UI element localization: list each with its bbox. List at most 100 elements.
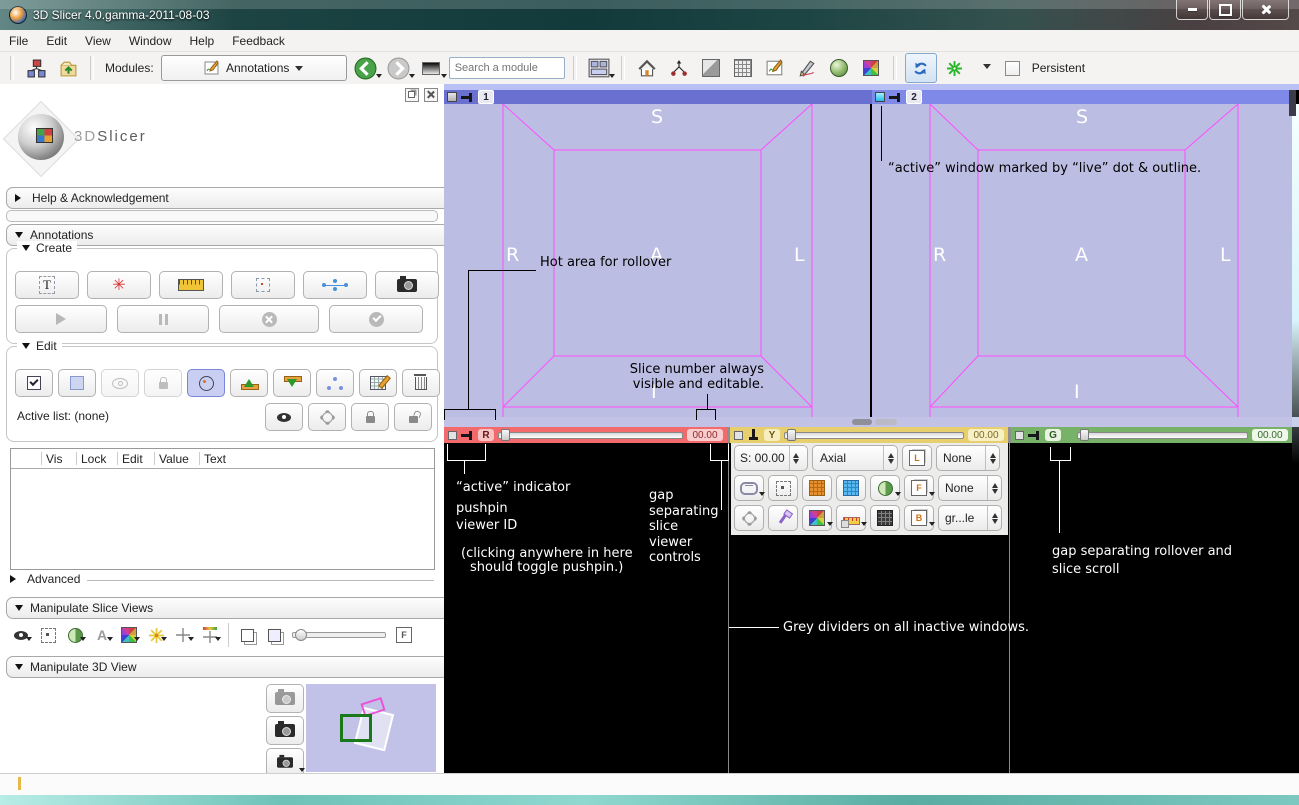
slice-offset-spinbox[interactable]: S: 00.00 bbox=[734, 445, 808, 471]
fit-to-window-button[interactable] bbox=[768, 475, 798, 501]
home-module-button[interactable] bbox=[633, 54, 661, 82]
undock-panel-icon[interactable] bbox=[405, 88, 419, 102]
viewer1-id-badge[interactable]: 1 bbox=[478, 90, 494, 104]
slider-handle[interactable] bbox=[787, 429, 796, 441]
close-panel-icon[interactable] bbox=[424, 88, 438, 102]
screenshot-button[interactable] bbox=[375, 271, 439, 299]
opacity-slider[interactable] bbox=[292, 632, 386, 638]
toolbar-grip[interactable] bbox=[893, 56, 897, 80]
toolbar-grip[interactable] bbox=[90, 56, 94, 80]
combo-arrows[interactable] bbox=[987, 476, 1001, 500]
unlock-all-button[interactable] bbox=[394, 403, 432, 431]
history-forward-button[interactable] bbox=[384, 54, 413, 82]
annotation-table[interactable]: Vis Lock Edit Value Text bbox=[10, 448, 435, 570]
red-pushpin-icon[interactable] bbox=[461, 431, 474, 440]
colors-button[interactable] bbox=[857, 54, 885, 82]
background-layer-button[interactable]: B bbox=[904, 505, 934, 531]
show-all-button[interactable] bbox=[265, 403, 303, 431]
create-roi-button[interactable] bbox=[231, 271, 295, 299]
slider-handle[interactable] bbox=[295, 629, 307, 641]
yellow-visibility-checkbox[interactable] bbox=[734, 431, 743, 440]
screen-capture-button-1[interactable] bbox=[266, 684, 304, 713]
copy-layout-button[interactable] bbox=[238, 625, 256, 645]
move-down-button[interactable] bbox=[273, 369, 311, 397]
yellow-slice-controller-bar[interactable]: Y 00.00 bbox=[730, 427, 1008, 443]
create-ruler-button[interactable] bbox=[159, 271, 223, 299]
viewer1-pushpin-icon[interactable] bbox=[461, 93, 474, 102]
module-history-button[interactable] bbox=[417, 54, 445, 82]
create-line-button[interactable] bbox=[303, 271, 367, 299]
background-combobox[interactable]: gr...le bbox=[938, 505, 1002, 531]
menu-view[interactable]: View bbox=[76, 31, 120, 51]
toolbar-grip[interactable] bbox=[10, 56, 14, 80]
label-layer-button[interactable]: L bbox=[902, 445, 932, 471]
paste-layout-button[interactable] bbox=[265, 625, 283, 645]
load-scene-button[interactable] bbox=[22, 54, 50, 82]
toggle-visibility-button[interactable] bbox=[101, 369, 139, 397]
manipulate-slice-views-header[interactable]: Manipulate Slice Views bbox=[6, 597, 456, 619]
foreground-combobox[interactable]: None bbox=[938, 475, 1002, 501]
viewer2-pushpin-icon[interactable] bbox=[889, 93, 902, 102]
create-fiducial-button[interactable]: ✳ bbox=[87, 271, 151, 299]
viewer1-header[interactable]: 1 bbox=[444, 90, 873, 104]
menu-edit[interactable]: Edit bbox=[37, 31, 76, 51]
add-data-button[interactable] bbox=[54, 54, 82, 82]
grid-overlay-button[interactable] bbox=[870, 505, 900, 531]
create-text-annotation-button[interactable]: T bbox=[15, 271, 79, 299]
viewer2-id-badge[interactable]: 2 bbox=[906, 90, 922, 104]
combo-arrows[interactable] bbox=[985, 446, 999, 470]
delete-button[interactable] bbox=[402, 369, 440, 397]
lightbox-button[interactable] bbox=[836, 475, 866, 501]
frame-button[interactable]: F bbox=[395, 625, 413, 645]
editor-button[interactable] bbox=[793, 54, 821, 82]
close-button[interactable] bbox=[1242, 0, 1289, 20]
menu-help[interactable]: Help bbox=[181, 31, 224, 51]
splitter-handle[interactable] bbox=[875, 419, 897, 425]
menu-file[interactable]: File bbox=[0, 31, 37, 51]
red-slice-slider[interactable] bbox=[498, 432, 683, 439]
slice-intersections-button[interactable] bbox=[201, 625, 219, 645]
view-preview-thumbnail[interactable] bbox=[306, 684, 436, 772]
maximize-button[interactable] bbox=[1209, 0, 1241, 20]
green-slice-controller-bar[interactable]: G 00.00 bbox=[1011, 427, 1292, 443]
foreground-layer-button[interactable]: F bbox=[904, 475, 934, 501]
slice-visibility-button[interactable] bbox=[12, 625, 30, 645]
toolbar-grip[interactable] bbox=[621, 56, 625, 80]
unselect-all-button[interactable] bbox=[58, 369, 96, 397]
persistent-checkbox[interactable] bbox=[1005, 61, 1020, 76]
orientation-combobox[interactable]: Axial bbox=[812, 445, 898, 471]
toggle-lock-button[interactable] bbox=[144, 369, 182, 397]
add-hierarchy-button[interactable] bbox=[316, 369, 354, 397]
reformat-button[interactable] bbox=[802, 475, 832, 501]
transforms-button[interactable] bbox=[729, 54, 757, 82]
slice-labels-button[interactable]: A bbox=[93, 625, 111, 645]
yellow-pushpin-icon[interactable] bbox=[749, 429, 758, 442]
annotations-toolbar-button[interactable] bbox=[761, 54, 789, 82]
select-all-button[interactable] bbox=[15, 369, 53, 397]
manipulate-3d-view-header[interactable]: Manipulate 3D View bbox=[6, 656, 456, 678]
viewer2-live-dot[interactable] bbox=[875, 92, 885, 102]
slider-handle[interactable] bbox=[1080, 429, 1089, 441]
color-table-button[interactable] bbox=[802, 505, 832, 531]
jump-to-annotation-button[interactable] bbox=[187, 369, 225, 397]
yellow-slice-offset-value[interactable]: 00.00 bbox=[968, 429, 1004, 441]
spin-arrows[interactable] bbox=[789, 446, 803, 470]
pause-button[interactable] bbox=[117, 305, 209, 333]
volume-rendering-button[interactable] bbox=[697, 54, 725, 82]
red-slice-offset-value[interactable]: 00.00 bbox=[687, 429, 723, 441]
desktop-taskbar-sliver[interactable] bbox=[0, 795, 1299, 805]
green-slice-offset-value[interactable]: 00.00 bbox=[1252, 429, 1288, 441]
ruler-overlay-button[interactable] bbox=[836, 505, 866, 531]
lock-all-button[interactable] bbox=[351, 403, 389, 431]
advanced-section-header[interactable]: Advanced bbox=[10, 572, 434, 586]
viewer2-viewport[interactable]: S R A L I bbox=[872, 104, 1292, 417]
green-pushpin-icon[interactable] bbox=[1028, 431, 1041, 440]
green-visibility-checkbox[interactable] bbox=[1015, 431, 1024, 440]
label-layer-combobox[interactable]: None bbox=[936, 445, 1000, 471]
slice-models-button[interactable] bbox=[66, 625, 84, 645]
done-place-button[interactable] bbox=[329, 305, 423, 333]
menu-feedback[interactable]: Feedback bbox=[223, 31, 294, 51]
layout-selector-button[interactable] bbox=[585, 54, 613, 82]
minimize-button[interactable] bbox=[1176, 0, 1208, 20]
crosshair-button[interactable] bbox=[174, 625, 192, 645]
